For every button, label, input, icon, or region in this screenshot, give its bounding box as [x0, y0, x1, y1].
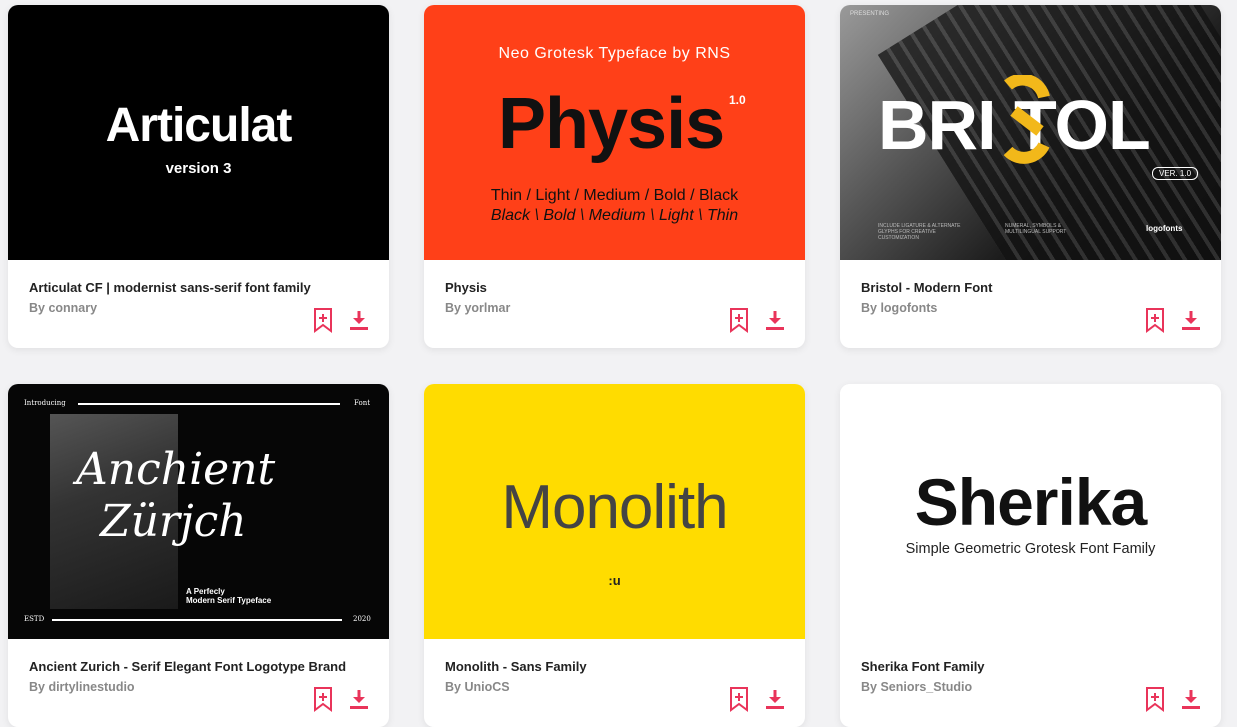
font-author[interactable]: By UnioCS: [445, 680, 510, 694]
font-title[interactable]: Bristol - Modern Font: [861, 280, 1141, 295]
bookmark-button[interactable]: [1142, 307, 1168, 333]
preview-feature: NUMERAL, SYMBOLS & MULTILINGUAL SUPPORT: [1005, 223, 1067, 235]
bookmark-button[interactable]: [726, 307, 752, 333]
preview-year: 2020: [353, 615, 371, 623]
preview-weights: Thin / Light / Medium / Bold / Black: [490, 187, 739, 204]
download-icon: [1182, 690, 1200, 709]
font-preview-image[interactable]: Neo Grotesk Typeface by RNS Physis 1.0 T…: [424, 5, 805, 260]
font-author[interactable]: By logofonts: [861, 301, 937, 315]
bookmark-button[interactable]: [310, 686, 336, 712]
font-author[interactable]: By dirtylinestudio: [29, 680, 135, 694]
font-preview-image[interactable]: Sherika Simple Geometric Grotesk Font Fa…: [840, 384, 1221, 639]
download-button[interactable]: [762, 307, 788, 333]
divider: [52, 619, 342, 621]
preview-heading: Articulat: [105, 99, 293, 152]
font-preview-image[interactable]: Introducing Font Anchient Zürjch A Perfe…: [8, 384, 389, 639]
download-icon: [350, 690, 368, 709]
font-card[interactable]: Sherika Simple Geometric Grotesk Font Fa…: [840, 384, 1221, 727]
bookmark-button[interactable]: [310, 307, 336, 333]
preview-tagline: Neo Grotesk Typeface by RNS: [498, 45, 731, 62]
font-preview-image[interactable]: Monolith :u: [424, 384, 805, 639]
preview-heading: Physis: [498, 84, 725, 164]
font-title[interactable]: Sherika Font Family: [861, 659, 1141, 674]
bookmark-add-icon: [730, 687, 748, 712]
preview-line1: Anchient: [76, 444, 276, 495]
preview-subline-2: Modern Serif Typeface: [186, 596, 272, 605]
card-info: Physis By yorlmar: [424, 260, 805, 348]
preview-subline-1: A Perfecly: [186, 587, 225, 596]
download-icon: [1182, 311, 1200, 330]
preview-logo-mark: :u: [608, 573, 621, 588]
font-card[interactable]: Introducing Font Anchient Zürjch A Perfe…: [8, 384, 389, 727]
card-info: Sherika Font Family By Seniors_Studio: [840, 639, 1221, 727]
bookmark-add-icon: [314, 687, 332, 712]
preview-feature: INCLUDE LIGATURE & ALTERNATE GLYPHS FOR …: [878, 223, 961, 241]
bookmark-add-icon: [1146, 308, 1164, 333]
preview-line2: Zürjch: [100, 496, 247, 547]
preview-presenting: PRESENTING: [850, 11, 890, 17]
card-info: Articulat CF | modernist sans-serif font…: [8, 260, 389, 348]
preview-font-label: Font: [354, 399, 371, 407]
font-title[interactable]: Articulat CF | modernist sans-serif font…: [29, 280, 311, 295]
font-preview-image[interactable]: Articulat version 3: [8, 5, 389, 260]
font-author[interactable]: By connary: [29, 301, 97, 315]
preview-heading: Monolith: [501, 473, 728, 542]
download-button[interactable]: [346, 686, 372, 712]
font-preview-image[interactable]: PRESENTING BRI TOL VER. 1.0 INCLUDE LIGA…: [840, 5, 1221, 260]
preview-subheading: version 3: [165, 160, 232, 177]
preview-subheading: Simple Geometric Grotesk Font Family: [905, 541, 1156, 557]
preview-intro: Introducing: [24, 399, 66, 407]
font-card[interactable]: Neo Grotesk Typeface by RNS Physis 1.0 T…: [424, 5, 805, 348]
bookmark-add-icon: [1146, 687, 1164, 712]
divider: [78, 403, 340, 405]
font-card[interactable]: PRESENTING BRI TOL VER. 1.0 INCLUDE LIGA…: [840, 5, 1221, 348]
preview-weights-italic: Black \ Bold \ Medium \ Light \ Thin: [490, 207, 739, 224]
download-icon: [350, 311, 368, 330]
preview-estd: ESTD: [24, 615, 45, 623]
preview-version: 1.0: [729, 93, 746, 107]
preview-brand: logofonts: [1146, 224, 1183, 233]
card-info: Monolith - Sans Family By UnioCS: [424, 639, 805, 727]
bristol-s-glyph: [1003, 75, 1050, 164]
download-button[interactable]: [346, 307, 372, 333]
font-title[interactable]: Physis: [445, 280, 725, 295]
bookmark-button[interactable]: [1142, 686, 1168, 712]
download-icon: [766, 311, 784, 330]
preview-heading: Sherika: [914, 465, 1147, 539]
font-card[interactable]: Articulat version 3 Articulat CF | moder…: [8, 5, 389, 348]
download-button[interactable]: [1178, 686, 1204, 712]
font-title[interactable]: Ancient Zurich - Serif Elegant Font Logo…: [29, 659, 346, 674]
card-info: Ancient Zurich - Serif Elegant Font Logo…: [8, 639, 389, 727]
download-button[interactable]: [762, 686, 788, 712]
preview-subline: A Perfecly Modern Serif Typeface: [186, 587, 271, 605]
bookmark-add-icon: [314, 308, 332, 333]
font-author[interactable]: By Seniors_Studio: [861, 680, 972, 694]
download-button[interactable]: [1178, 307, 1204, 333]
card-info: Bristol - Modern Font By logofonts: [840, 260, 1221, 348]
font-title[interactable]: Monolith - Sans Family: [445, 659, 725, 674]
preview-version: VER. 1.0: [1152, 167, 1199, 180]
font-card[interactable]: Monolith :u Monolith - Sans Family By Un…: [424, 384, 805, 727]
font-author[interactable]: By yorlmar: [445, 301, 510, 315]
download-icon: [766, 690, 784, 709]
bookmark-button[interactable]: [726, 686, 752, 712]
bookmark-add-icon: [730, 308, 748, 333]
